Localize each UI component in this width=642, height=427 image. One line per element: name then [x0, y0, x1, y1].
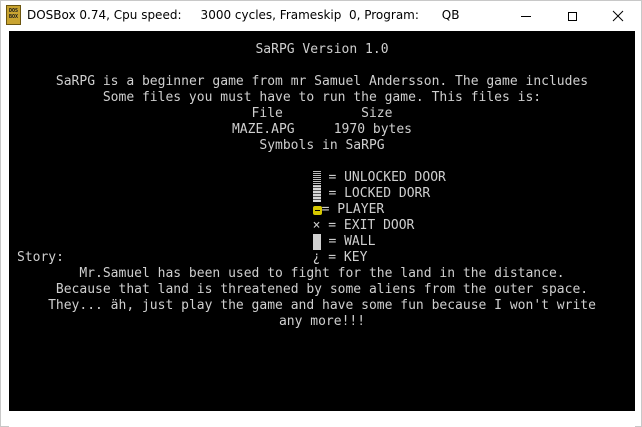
file-table-header: File Size [251, 106, 393, 121]
symbol-row-locked-door: = LOCKED DORR [9, 170, 635, 202]
window-title: DOSBox 0.74, Cpu speed: 3000 cycles, Fra… [27, 8, 460, 22]
title-bar[interactable]: DOS BOX DOSBox 0.74, Cpu speed: 3000 cyc… [1, 1, 641, 31]
close-icon [612, 10, 624, 22]
maximize-icon [567, 11, 577, 21]
window-bottom-border [9, 411, 635, 427]
story-line-1: Mr.Samuel has been used to fight for the… [79, 266, 565, 281]
symbol-row-exit-door: × = EXIT DOOR [9, 202, 635, 233]
story-line-3: They... äh, just play the game and have … [48, 298, 596, 313]
dosbox-window: DOS BOX DOSBox 0.74, Cpu speed: 3000 cyc… [0, 0, 642, 427]
symbol-row-unlocked-door: = UNLOCKED DOOR [9, 154, 635, 186]
symbol-row-key: ¿ = KEY [9, 234, 635, 265]
intro-line-2: Some files you must have to run the game… [102, 90, 542, 105]
symbols-heading: Symbols in SaRPG [259, 138, 385, 153]
game-heading: SaRPG Version 1.0 [255, 42, 389, 57]
story-line-2: Because that land is threatened by some … [55, 282, 589, 297]
minimize-button[interactable] [503, 1, 549, 31]
dos-screen[interactable]: SaRPG Version 1.0 SaRPG is a beginner ga… [9, 31, 635, 411]
story-label: Story: [17, 250, 64, 265]
maximize-button[interactable] [549, 1, 595, 31]
close-button[interactable] [595, 1, 641, 31]
symbol-row-player: = PLAYER [9, 186, 635, 217]
file-table-row: MAZE.APG 1970 bytes [231, 122, 412, 137]
dosbox-app-icon[interactable]: DOS BOX [6, 5, 21, 25]
story-line-4: any more!!! [278, 314, 366, 329]
symbol-row-wall: = WALL [9, 218, 635, 250]
intro-line-1: SaRPG is a beginner game from mr Samuel … [55, 74, 589, 89]
minimize-icon [521, 15, 531, 17]
